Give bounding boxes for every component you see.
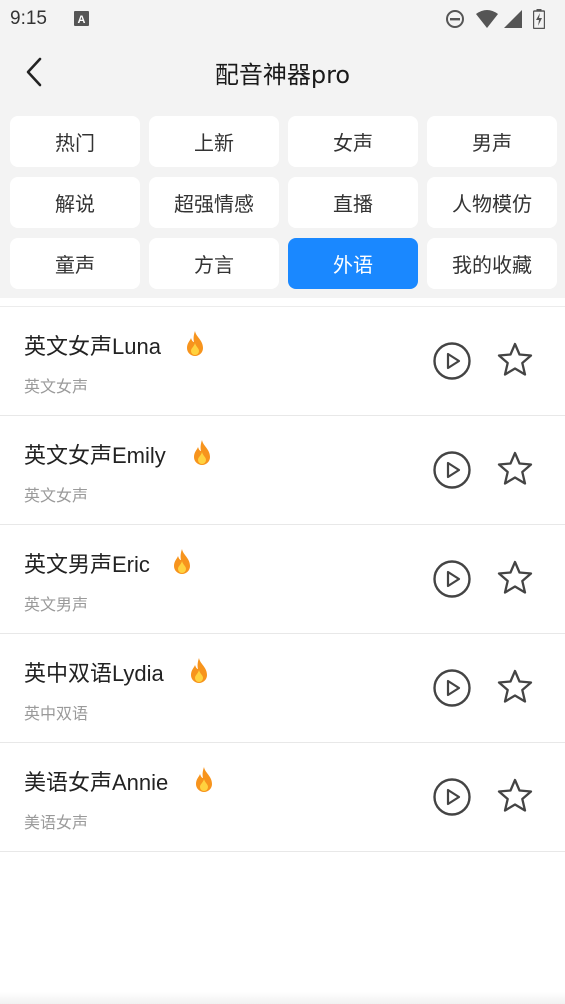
play-icon[interactable] — [432, 668, 472, 708]
voice-name: 英文男声Eric — [24, 552, 150, 577]
list-item[interactable]: 英中双语Lydia 英中双语 — [0, 634, 565, 743]
fire-icon — [191, 658, 207, 683]
wifi-icon — [476, 10, 498, 28]
fire-icon — [187, 331, 203, 356]
category-favorites[interactable]: 我的收藏 — [427, 238, 557, 289]
category-imitation[interactable]: 人物模仿 — [427, 177, 557, 228]
voice-list: 英文女声Luna 英文女声 英文女声Emily 英文女声 英文男声Eric 英文… — [0, 306, 565, 852]
voice-name: 美语女声Annie — [24, 770, 169, 795]
voice-subtitle: 英文女声 — [24, 486, 89, 505]
category-narration[interactable]: 解说 — [10, 177, 140, 228]
list-item[interactable]: 英文女声Luna 英文女声 — [0, 307, 565, 416]
category-grid: 热门 上新 女声 男声 解说 超强情感 直播 人物模仿 童声 方言 外语 我的收… — [0, 106, 565, 298]
list-item[interactable]: 美语女声Annie 美语女声 — [0, 743, 565, 852]
voice-subtitle: 英文女声 — [24, 377, 89, 396]
category-female[interactable]: 女声 — [288, 116, 418, 167]
play-icon[interactable] — [432, 559, 472, 599]
category-male[interactable]: 男声 — [427, 116, 557, 167]
voice-name: 英文女声Luna — [24, 334, 161, 359]
category-child[interactable]: 童声 — [10, 238, 140, 289]
play-icon[interactable] — [432, 450, 472, 490]
list-item[interactable]: 英文女声Emily 英文女声 — [0, 416, 565, 525]
status-bar: 9:15 A — [0, 0, 565, 40]
play-icon[interactable] — [432, 341, 472, 381]
list-item[interactable]: 英文男声Eric 英文男声 — [0, 525, 565, 634]
category-emotion[interactable]: 超强情感 — [149, 177, 279, 228]
star-icon[interactable] — [496, 559, 534, 597]
star-icon[interactable] — [496, 450, 534, 488]
page-title: 配音神器pro — [214, 61, 351, 89]
category-hot[interactable]: 热门 — [10, 116, 140, 167]
category-foreign[interactable]: 外语 — [288, 238, 418, 289]
category-new[interactable]: 上新 — [149, 116, 279, 167]
voice-name: 英文女声Emily — [24, 443, 166, 468]
fire-icon — [174, 549, 190, 574]
star-icon[interactable] — [496, 777, 534, 815]
star-icon[interactable] — [496, 341, 534, 379]
app-header: 配音神器pro — [0, 40, 565, 106]
play-icon[interactable] — [432, 777, 472, 817]
fire-icon — [194, 440, 210, 465]
voice-name: 英中双语Lydia — [24, 661, 164, 686]
bottom-edge — [0, 992, 565, 1004]
voice-subtitle: 英中双语 — [24, 704, 89, 723]
voice-subtitle: 美语女声 — [24, 813, 89, 832]
voice-subtitle: 英文男声 — [24, 595, 89, 614]
dnd-icon — [446, 10, 464, 28]
svg-text:A: A — [78, 14, 86, 26]
status-icons — [445, 9, 555, 29]
star-icon[interactable] — [496, 668, 534, 706]
a-icon: A — [74, 11, 89, 26]
category-dialect[interactable]: 方言 — [149, 238, 279, 289]
battery-icon — [533, 9, 545, 29]
fire-icon — [196, 767, 212, 792]
category-live[interactable]: 直播 — [288, 177, 418, 228]
signal-icon — [504, 10, 522, 28]
status-time: 9:15 — [10, 8, 47, 29]
